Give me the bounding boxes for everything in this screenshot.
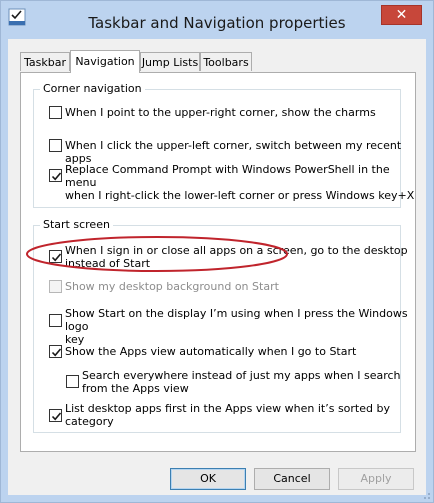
powershell-label: Replace Command Prompt with Windows Powe…: [65, 163, 415, 202]
checkmark-icon: [51, 172, 62, 181]
ok-button[interactable]: OK: [170, 468, 246, 490]
recent-apps-label: When I click the upper-left corner, swit…: [65, 139, 405, 165]
highlight-ellipse: [26, 236, 288, 272]
charms-label: When I point to the upper-right corner, …: [65, 106, 376, 119]
tab-toolbars[interactable]: Toolbars: [200, 52, 252, 71]
checkmark-icon: [51, 412, 62, 421]
search-everywhere-label: Search everywhere instead of just my app…: [82, 369, 401, 395]
start-screen-title: Start screen: [40, 218, 113, 231]
tab-jump-lists[interactable]: Jump Lists: [140, 52, 200, 71]
apps-view-label: Show the Apps view automatically when I …: [65, 345, 357, 358]
corner-navigation-title: Corner navigation: [40, 82, 145, 95]
recent-apps-checkbox[interactable]: [49, 139, 62, 152]
charms-checkbox[interactable]: [49, 106, 62, 119]
desktop-background-checkbox[interactable]: [49, 280, 62, 293]
desktop-background-label: Show my desktop background on Start: [65, 280, 279, 293]
show-start-display-checkbox[interactable]: [49, 314, 62, 327]
powershell-checkbox[interactable]: [49, 169, 62, 182]
title-bar[interactable]: Taskbar and Navigation properties ✕: [1, 1, 433, 39]
window-title: Taskbar and Navigation properties: [88, 14, 346, 32]
show-start-display-label: Show Start on the display I’m using when…: [65, 307, 408, 346]
cancel-button[interactable]: Cancel: [254, 468, 330, 490]
apply-button[interactable]: Apply: [338, 468, 414, 490]
tab-navigation[interactable]: Navigation: [70, 50, 140, 73]
desktop-apps-first-label: List desktop apps first in the Apps view…: [65, 402, 390, 428]
search-everywhere-checkbox[interactable]: [66, 375, 79, 388]
desktop-apps-first-checkbox[interactable]: [49, 409, 62, 422]
close-icon: ✕: [395, 7, 408, 23]
apps-view-checkbox[interactable]: [49, 345, 62, 358]
close-button[interactable]: ✕: [381, 5, 422, 25]
checkmark-icon: [51, 348, 62, 357]
tab-taskbar[interactable]: Taskbar: [20, 52, 70, 71]
resize-grip-icon[interactable]: [421, 492, 431, 500]
